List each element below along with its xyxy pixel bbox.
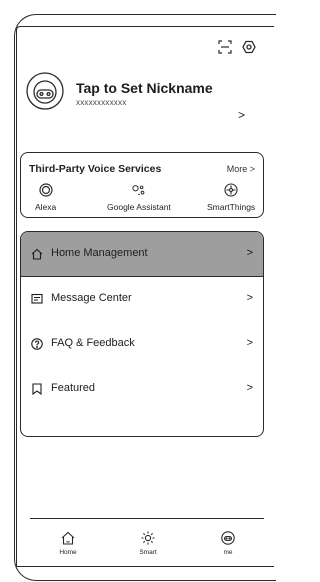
chevron-right-icon: > [246,337,253,349]
voice-service-label: Google Assistant [107,202,171,212]
scan-icon[interactable] [218,40,232,54]
tab-me[interactable]: me [208,531,248,556]
tab-home[interactable]: Home [48,531,88,556]
settings-icon[interactable] [242,40,256,54]
menu-item-message-center[interactable]: Message Center > [21,277,263,322]
home-icon [31,248,43,260]
home-icon [61,531,75,545]
chevron-right-icon: > [246,382,253,394]
profile-chevron-icon[interactable]: > [238,108,245,122]
tab-smart[interactable]: Smart [128,531,168,556]
voice-services-card: Third-Party Voice Services More > Alexa … [20,152,264,218]
nickname-label[interactable]: Tap to Set Nickname [76,80,213,96]
menu-card: Home Management > Message Center > FAQ &… [20,231,264,437]
voice-service-smartthings[interactable]: SmartThings [207,183,255,212]
message-icon [31,293,43,304]
google-assistant-icon [132,185,145,195]
voice-service-label: Alexa [35,202,57,212]
profile-header[interactable]: Tap to Set Nickname xxxxxxxxxxxx [26,72,266,118]
avatar[interactable] [26,72,64,110]
menu-item-label: Featured [51,382,96,394]
user-id: xxxxxxxxxxxx [76,98,127,107]
voice-services-more-link[interactable]: More > [227,164,255,174]
bookmark-icon [32,383,42,395]
voice-service-alexa[interactable]: Alexa [35,183,56,212]
menu-item-label: FAQ & Feedback [51,337,135,349]
menu-item-featured[interactable]: Featured > [21,367,263,412]
help-icon [31,338,43,350]
menu-item-label: Message Center [51,292,132,304]
bottom-tab-bar: Home Smart me [30,518,264,567]
tab-label: Home [59,549,77,556]
menu-item-label: Home Management [51,247,148,259]
alexa-icon [39,183,53,197]
voice-services-title: Third-Party Voice Services [29,163,162,175]
profile-icon [221,531,235,545]
smartthings-icon [224,183,238,197]
voice-service-label: SmartThings [207,202,256,212]
sun-icon [141,531,155,545]
chevron-right-icon: > [246,247,253,259]
voice-service-google-assistant[interactable]: Google Assistant [107,183,171,212]
top-icons [218,40,256,54]
tab-label: me [223,549,233,556]
tab-label: Smart [139,549,157,556]
chevron-right-icon: > [246,292,253,304]
menu-item-faq-feedback[interactable]: FAQ & Feedback > [21,322,263,367]
menu-item-home-management[interactable]: Home Management > [21,232,263,277]
